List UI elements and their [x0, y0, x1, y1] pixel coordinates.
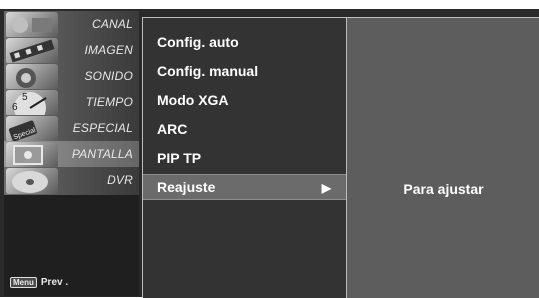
category-menu: CANAL IMAGEN SONIDO 65 TIEMPO Special ES… — [4, 11, 139, 296]
dvr-disc-icon — [6, 168, 58, 194]
special-tag-icon: Special — [6, 116, 58, 142]
menu-item-label: PIP TP — [157, 150, 202, 166]
svg-text:5: 5 — [22, 92, 28, 103]
picture-film-icon — [6, 38, 58, 64]
category-tiempo[interactable]: 65 TIEMPO — [4, 89, 139, 117]
category-label: SONIDO — [84, 69, 133, 83]
menu-item-config-auto[interactable]: Config. auto — [143, 30, 347, 54]
category-imagen[interactable]: IMAGEN — [4, 37, 139, 65]
menu-item-reajuste[interactable]: Reajuste ▶ — [143, 174, 347, 200]
sound-speaker-icon — [6, 64, 58, 90]
category-dvr[interactable]: DVR — [4, 167, 139, 195]
menu-item-modo-xga[interactable]: Modo XGA — [143, 88, 347, 112]
category-label: ESPECIAL — [72, 121, 133, 135]
category-canal[interactable]: CANAL — [4, 11, 139, 39]
time-clock-icon: 65 — [6, 90, 58, 116]
category-label: TIEMPO — [85, 95, 133, 109]
category-label: IMAGEN — [84, 43, 133, 57]
menu-item-label: Config. manual — [157, 63, 259, 79]
settings-submenu: Config. auto Config. manual Modo XGA ARC… — [142, 17, 347, 298]
category-especial[interactable]: Special ESPECIAL — [4, 115, 139, 143]
menu-item-label: Config. auto — [157, 34, 239, 50]
category-label: CANAL — [91, 17, 133, 31]
screen-display-icon — [6, 142, 58, 168]
category-sonido[interactable]: SONIDO — [4, 63, 139, 91]
category-label: PANTALLA — [71, 147, 133, 161]
category-pantalla[interactable]: PANTALLA — [4, 141, 139, 169]
menu-item-label: ARC — [157, 121, 188, 137]
detail-panel: Para ajustar — [346, 17, 539, 298]
previous-hint: Menu Prev . — [10, 277, 68, 288]
category-label: DVR — [107, 173, 133, 187]
menu-item-label: Reajuste — [157, 179, 216, 195]
menu-item-label: Modo XGA — [157, 92, 229, 108]
menu-item-config-manual[interactable]: Config. manual — [143, 59, 347, 83]
menu-item-pip-tp[interactable]: PIP TP — [143, 146, 347, 170]
svg-text:6: 6 — [12, 102, 18, 113]
menu-item-arc[interactable]: ARC — [143, 117, 347, 141]
channel-tuner-icon — [6, 12, 58, 38]
detail-hint: Para ajustar — [403, 181, 484, 197]
play-arrow-icon: ▶ — [321, 181, 331, 195]
menu-key-icon: Menu — [10, 277, 37, 288]
previous-label: Prev . — [40, 277, 69, 288]
